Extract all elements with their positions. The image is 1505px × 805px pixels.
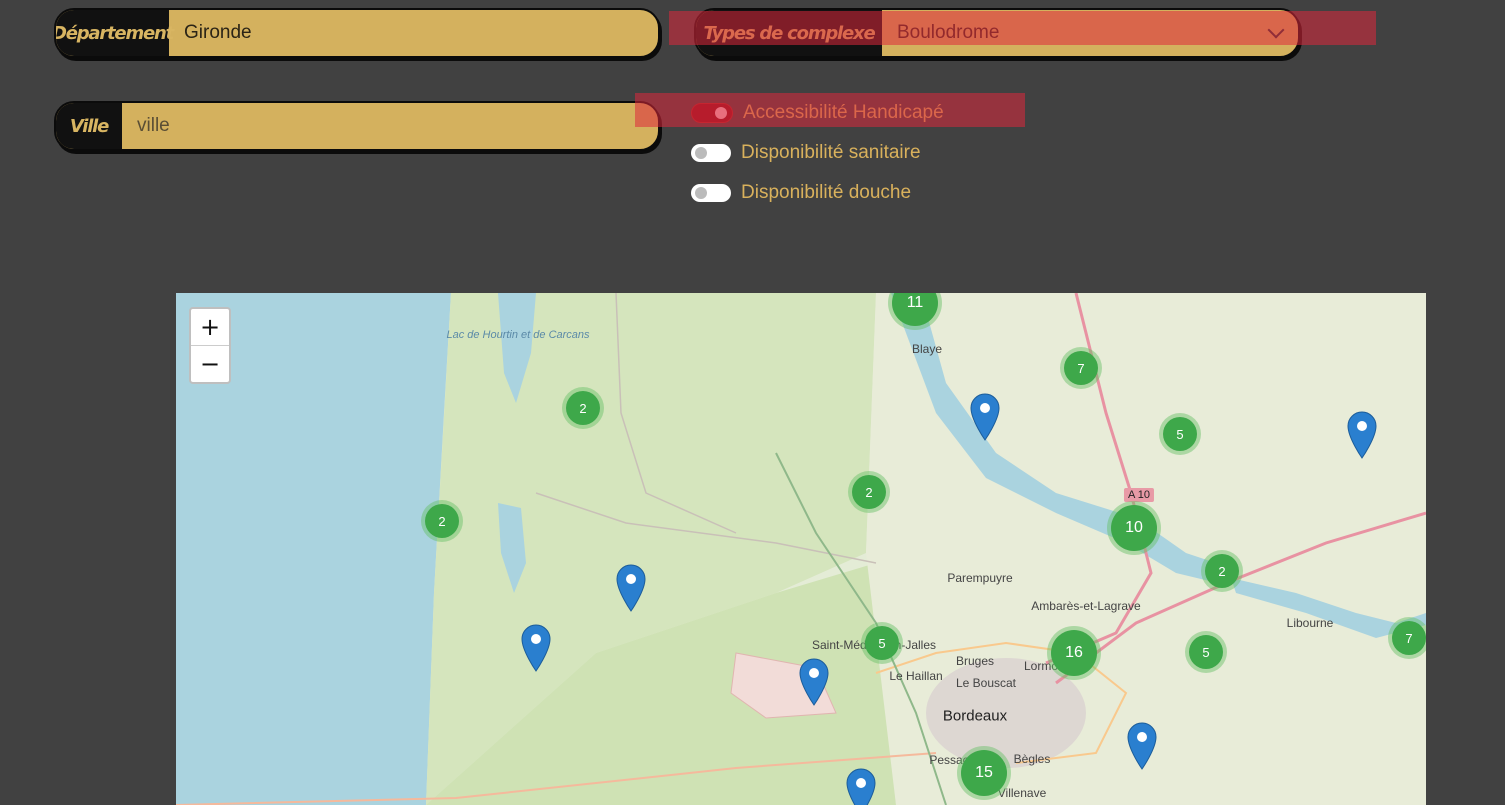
marker-cluster[interactable]: 2 [425, 504, 459, 538]
place-label: Lac de Hourtin et de Carcans [446, 329, 590, 341]
map-pin-icon[interactable] [799, 658, 829, 706]
map-tiles [176, 293, 1426, 805]
zoom-out-button[interactable]: − [191, 345, 229, 382]
marker-cluster[interactable]: 7 [1392, 621, 1426, 655]
place-label: Le Haillan [889, 669, 943, 683]
place-label: Parempuyre [947, 571, 1013, 585]
chevron-down-icon [1267, 21, 1285, 39]
map-pin-icon[interactable] [1127, 722, 1157, 770]
types-complexe-select[interactable]: Boulodrome [882, 10, 1298, 56]
marker-cluster[interactable]: 2 [566, 391, 600, 425]
sanitaire-switch[interactable] [691, 144, 731, 162]
marker-cluster[interactable]: 5 [1189, 635, 1223, 669]
map-pin-icon[interactable] [970, 393, 1000, 441]
map-pin-icon[interactable] [616, 564, 646, 612]
toggle-douche[interactable]: Disponibilité douche [691, 182, 911, 204]
douche-label: Disponibilité douche [741, 182, 912, 203]
ville-field[interactable]: Ville ville [54, 101, 660, 151]
types-complexe-value: Boulodrome [897, 22, 1000, 43]
map-pin-icon[interactable] [1347, 411, 1377, 459]
zoom-control: + − [189, 307, 231, 384]
accessibilite-switch[interactable] [691, 103, 733, 123]
types-complexe-label: Types de complexe [696, 10, 882, 56]
accessibilite-label: Accessibilité Handicapé [743, 102, 944, 123]
place-label: Bruges [955, 654, 995, 668]
marker-cluster[interactable]: 5 [865, 626, 899, 660]
departement-input[interactable]: Gironde [169, 10, 658, 56]
marker-cluster[interactable]: 15 [961, 750, 1007, 796]
zoom-in-button[interactable]: + [191, 309, 229, 345]
place-label: Le Bouscat [955, 676, 1017, 690]
ville-label: Ville [56, 103, 122, 149]
marker-cluster[interactable]: 2 [1205, 554, 1239, 588]
marker-cluster[interactable]: 5 [1163, 417, 1197, 451]
place-label: Blaye [911, 342, 943, 356]
marker-cluster[interactable]: 7 [1064, 351, 1098, 385]
place-label: Bordeaux [942, 707, 1008, 725]
marker-cluster[interactable]: 10 [1111, 505, 1157, 551]
types-complexe-field[interactable]: Types de complexe Boulodrome [694, 8, 1300, 58]
departement-label: Département [56, 10, 174, 56]
ville-input[interactable]: ville [122, 103, 658, 149]
map-pin-icon[interactable] [846, 768, 876, 805]
toggle-sanitaire[interactable]: Disponibilité sanitaire [691, 142, 921, 164]
place-label: Bègles [1013, 752, 1051, 766]
place-label: Villenave [997, 786, 1047, 800]
departement-field[interactable]: Département Gironde [54, 8, 660, 58]
road-shield: A 10 [1123, 488, 1155, 502]
place-label: Ambarès-et-Lagrave [1031, 599, 1141, 613]
map[interactable]: Lac de Hourtin et de Carcans Blaye Parem… [176, 293, 1426, 805]
douche-switch[interactable] [691, 184, 731, 202]
map-pin-icon[interactable] [521, 624, 551, 672]
toggle-accessibilite[interactable]: Accessibilité Handicapé [691, 102, 944, 124]
place-label: Libourne [1286, 616, 1334, 630]
marker-cluster[interactable]: 2 [852, 475, 886, 509]
marker-cluster[interactable]: 16 [1051, 630, 1097, 676]
sanitaire-label: Disponibilité sanitaire [741, 142, 921, 163]
